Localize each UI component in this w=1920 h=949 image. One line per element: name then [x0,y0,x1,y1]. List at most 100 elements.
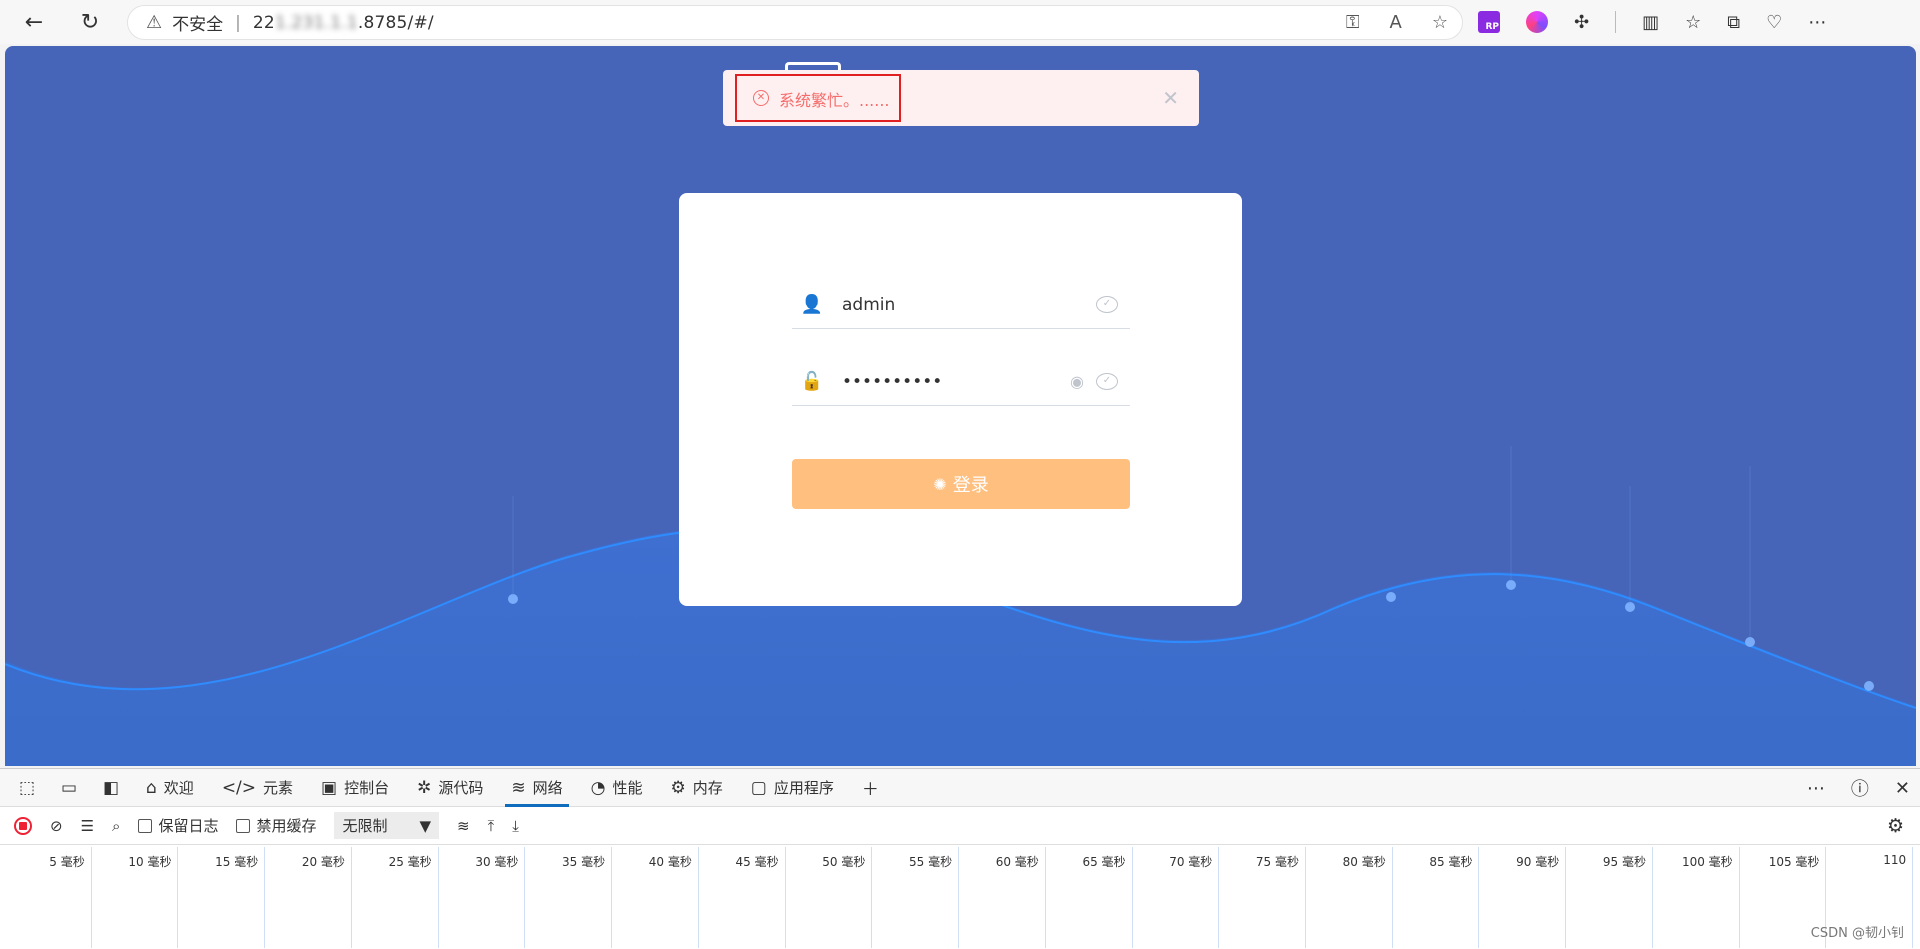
password-input[interactable]: •••••••••• [832,372,1070,392]
throttle-value: 无限制 [342,817,388,835]
wifi-icon: ≋ [511,777,526,798]
valid-check-icon: ✓ [1096,296,1118,313]
timeline-tick: 10 毫秒 [92,847,179,948]
tab-elements[interactable]: </> 元素 [208,769,307,807]
clear-icon[interactable]: ⊘ [50,817,63,835]
timeline-tick: 15 毫秒 [178,847,266,948]
login-button-label: 登录 [952,475,989,496]
timeline-tick: 40 毫秒 [612,847,699,948]
tab-sources[interactable]: ✲ 源代码 [403,769,497,807]
url-suffix: .8785/#/ [357,12,434,33]
url-prefix: 22 [252,12,275,33]
lock-icon: 🔓 [800,371,824,392]
tab-console[interactable]: ▣ 控制台 [307,769,403,807]
code-icon: </> [221,777,257,798]
timeline-tick: 30 毫秒 [439,847,526,948]
devtools-tabbar: ⬚ ▭ ◧ ⌂ 欢迎 </> 元素 ▣ 控制台 ✲ 源代码 ≋ 网络 ◔ 性能 ⚙ 内存 ▢ 应… [0,769,1920,807]
plus-icon: ＋ [861,780,879,800]
toast-message: 系统繁忙。...... [779,91,890,110]
tab-label: 元素 [263,779,294,797]
timeline-tick: 60 毫秒 [959,847,1046,948]
tab-label: 控制台 [344,779,390,797]
favorites-icon[interactable]: ☆ [1685,12,1701,33]
tab-welcome[interactable]: ⌂ 欢迎 [132,769,208,807]
key-icon[interactable]: ⚿ [1346,12,1360,33]
toolbar-divider [1615,11,1617,33]
username-field[interactable]: 👤 admin ✓ [792,281,1130,329]
search-icon[interactable]: ⌕ [112,817,120,835]
home-icon: ⌂ [146,777,157,798]
loading-spinner-icon: ✺ [933,474,947,494]
timeline-tick: 80 毫秒 [1306,847,1393,948]
tab-network[interactable]: ≋ 网络 [497,769,576,807]
address-separator: | [235,12,241,33]
favorite-star-icon[interactable]: ☆ [1432,12,1448,33]
devtools-panel: ⬚ ▭ ◧ ⌂ 欢迎 </> 元素 ▣ 控制台 ✲ 源代码 ≋ 网络 ◔ 性能 ⚙ 内存 ▢ 应… [0,768,1920,949]
tab-application[interactable]: ▢ 应用程序 [737,769,848,807]
login-button[interactable]: ✺ 登录 [792,459,1130,509]
login-card: 👤 admin ✓ 🔓 •••••••••• ◉ ✓ ✺ 登录 [679,193,1242,606]
split-screen-icon[interactable]: ▥ [1642,12,1659,33]
warning-icon: ⚠ [146,12,163,33]
browser-essentials-icon[interactable]: ♡ [1766,12,1782,33]
browser-toolbar: ← ↻ ⚠ 不安全 | 221.231.1.1.8785/#/ ⚿ A ☆ RP… [0,0,1920,44]
address-bar[interactable]: ⚠ 不安全 | 221.231.1.1.8785/#/ ⚿ A ☆ [127,5,1463,40]
timeline-tick: 55 毫秒 [872,847,960,948]
error-circle-icon: ✕ [753,90,769,106]
import-har-icon[interactable]: ⤒ [488,817,495,835]
help-icon[interactable]: ⓘ [1851,775,1869,801]
brain-extension-icon[interactable] [1526,11,1548,33]
export-har-icon[interactable]: ⤓ [512,817,519,835]
show-password-eye-icon[interactable]: ◉ [1070,372,1084,391]
filter-icon[interactable]: ☰ [81,817,94,835]
gauge-icon: ◔ [590,777,606,798]
extensions-puzzle-icon[interactable]: ✣ [1574,12,1589,33]
timeline-tick: 65 毫秒 [1046,847,1133,948]
close-devtools-icon[interactable]: ✕ [1895,778,1910,799]
network-toolbar: ⊘ ☰ ⌕ 保留日志 禁用缓存 无限制 ▼ ≋ ⤒ ⤓ ⚙ [0,807,1920,845]
timeline-tick: 50 毫秒 [786,847,873,948]
tab-memory[interactable]: ⚙ 内存 [657,769,737,807]
chip-icon: ⚙ [670,777,686,798]
valid-check-icon: ✓ [1096,373,1118,390]
timeline-tick: 100 毫秒 [1653,847,1740,948]
tab-label: 源代码 [438,779,484,797]
url-hidden: 1.231.1.1 [274,12,358,33]
timeline-tick: 45 毫秒 [699,847,786,948]
timeline-tick: 70 毫秒 [1133,847,1220,948]
dropdown-arrow-icon: ▼ [419,816,432,835]
axure-rp-extension-icon[interactable]: RP [1478,11,1500,33]
inspect-element-icon[interactable]: ⬚ [6,769,48,807]
user-icon: 👤 [800,294,824,315]
password-field[interactable]: 🔓 •••••••••• ◉ ✓ [792,358,1130,406]
preserve-log-label: 保留日志 [158,817,219,835]
collections-icon[interactable]: ⧉ [1727,12,1740,33]
page-viewport: ✕ 系统繁忙。...... ✕ 👤 admin ✓ 🔓 •••••••••• ◉… [5,46,1916,766]
network-timeline-overview[interactable]: 5 毫秒 10 毫秒 15 毫秒 20 毫秒 25 毫秒 30 毫秒 35 毫秒 40 毫秒 4… [5,847,1914,948]
tab-label: 应用程序 [773,779,834,797]
toast-close-icon[interactable]: ✕ [1162,86,1179,110]
preserve-log-checkbox[interactable]: 保留日志 [138,815,218,836]
reload-icon[interactable]: ↻ [68,4,112,40]
timeline-tick: 20 毫秒 [265,847,352,948]
tab-label: 内存 [692,779,723,797]
dock-side-icon[interactable]: ◧ [90,769,132,807]
url-text: 221.231.1.1.8785/#/ [253,13,434,33]
network-conditions-icon[interactable]: ≋ [457,817,470,835]
settings-gear-icon[interactable]: ⚙ [1887,815,1904,837]
more-menu-icon[interactable]: ⋯ [1808,12,1826,33]
username-input[interactable]: admin [832,295,1096,315]
tab-label: 欢迎 [163,779,194,797]
tab-label: 网络 [532,779,563,797]
read-aloud-icon[interactable]: A [1390,12,1402,33]
record-stop-icon[interactable] [14,816,32,835]
more-options-icon[interactable]: ⋯ [1807,778,1825,799]
device-emulation-icon[interactable]: ▭ [48,769,90,807]
tab-performance[interactable]: ◔ 性能 [577,769,657,807]
add-tab-button[interactable]: ＋ [848,769,893,807]
watermark-text: CSDN @韧小钊 [1810,926,1904,941]
back-icon[interactable]: ← [12,4,56,40]
disable-cache-checkbox[interactable]: 禁用缓存 [236,815,316,836]
throttle-select[interactable]: 无限制 ▼ [334,812,440,839]
timeline-tick: 35 毫秒 [525,847,613,948]
